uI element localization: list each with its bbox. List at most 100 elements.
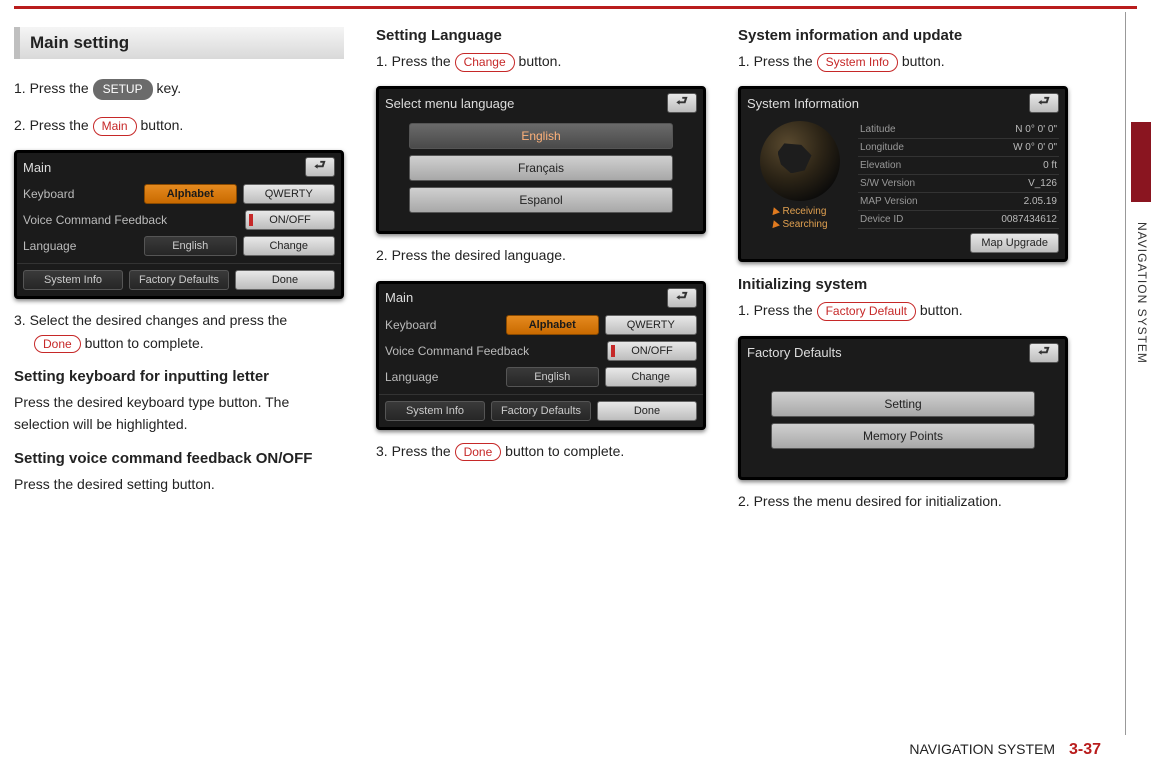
factory-option-memory-points[interactable]: Memory Points: [771, 423, 1035, 449]
lang-step-3: 3. Press the Done button to complete.: [376, 440, 706, 462]
btn-map-upgrade[interactable]: Map Upgrade: [970, 233, 1059, 253]
text: button.: [902, 53, 945, 69]
step-2: 2. Press the Main button.: [14, 114, 344, 136]
back-icon[interactable]: ⮐: [1029, 343, 1059, 363]
value: V_126: [1028, 178, 1057, 189]
lang-option-espanol[interactable]: Espanol: [409, 187, 673, 213]
shot-title: Main: [385, 290, 413, 305]
label: Longitude: [860, 142, 904, 153]
shot-bottom-bar: System Info Factory Defaults Done: [379, 394, 703, 427]
row-device-id: Device ID0087434612: [858, 211, 1059, 229]
column-system: System information and update 1. Press t…: [738, 27, 1068, 526]
value: 0 ft: [1043, 160, 1057, 171]
btn-factory-defaults[interactable]: Factory Defaults: [491, 401, 591, 421]
row-keyboard: Keyboard Alphabet QWERTY: [379, 312, 703, 338]
shot-header: Main ⮐: [379, 284, 703, 312]
value: 2.05.19: [1024, 196, 1057, 207]
value: W 0° 0' 0": [1013, 142, 1057, 153]
btn-system-info[interactable]: System Info: [23, 270, 123, 290]
label: S/W Version: [860, 178, 915, 189]
label-language: Language: [385, 370, 500, 384]
system-info-button-label: System Info: [817, 53, 898, 72]
screenshot-main-settings: Main ⮐ Keyboard Alphabet QWERTY Voice Co…: [14, 150, 344, 299]
btn-change[interactable]: Change: [605, 367, 698, 387]
gps-status: Receiving Searching: [771, 205, 827, 231]
side-tab-marker: [1131, 122, 1151, 202]
step-1: 1. Press the SETUP key.: [14, 77, 344, 100]
btn-done[interactable]: Done: [235, 270, 335, 290]
page-number: 3-37: [1069, 741, 1101, 758]
text: button to complete.: [85, 335, 204, 351]
main-button-label: Main: [93, 117, 137, 136]
globe-icon: [760, 121, 840, 201]
btn-change[interactable]: Change: [243, 236, 336, 256]
arrow-icon: [771, 219, 781, 228]
text: key.: [157, 80, 182, 96]
btn-done[interactable]: Done: [597, 401, 697, 421]
back-icon[interactable]: ⮐: [1029, 93, 1059, 113]
subhead-system-info: System information and update: [738, 27, 1068, 44]
btn-system-info[interactable]: System Info: [385, 401, 485, 421]
lang-value: English: [144, 236, 237, 256]
btn-qwerty[interactable]: QWERTY: [243, 184, 336, 204]
btn-qwerty[interactable]: QWERTY: [605, 315, 698, 335]
label-keyboard: Keyboard: [385, 318, 500, 332]
done-button-label: Done: [455, 443, 502, 462]
row-sw-version: S/W Version V_126: [858, 175, 1059, 193]
subhead-voice: Setting voice command feedback ON/OFF: [14, 450, 344, 467]
info-table: LatitudeN 0° 0' 0" Longitude W 0° 0' 0" E…: [858, 121, 1059, 253]
row-map-version: MAP Version 2.05.19: [858, 193, 1059, 211]
row-elevation: Elevation0 ft: [858, 157, 1059, 175]
shot-header: Main ⮐: [17, 153, 341, 181]
side-tab-label: NAVIGATION SYSTEM: [1135, 222, 1149, 364]
body-voice: Press the desired setting button.: [14, 473, 344, 495]
label-language: Language: [23, 239, 138, 253]
lang-step-2: 2. Press the desired language.: [376, 244, 706, 266]
lang-option-english[interactable]: English: [409, 123, 673, 149]
factory-default-button-label: Factory Default: [817, 302, 916, 321]
screenshot-factory-defaults: Factory Defaults ⮐ Setting Memory Points: [738, 336, 1068, 480]
label: MAP Version: [860, 196, 918, 207]
subhead-initializing: Initializing system: [738, 276, 1068, 293]
back-icon[interactable]: ⮐: [305, 157, 335, 177]
shot-title: Select menu language: [385, 96, 514, 111]
back-icon[interactable]: ⮐: [667, 288, 697, 308]
init-step-1: 1. Press the Factory Default button.: [738, 299, 1068, 321]
text: 3. Press the: [376, 443, 455, 459]
btn-onoff[interactable]: ON/OFF: [245, 210, 335, 230]
footer-section: NAVIGATION SYSTEM: [909, 741, 1055, 757]
text: 1. Press the: [376, 53, 455, 69]
side-tab: NAVIGATION SYSTEM: [1125, 12, 1151, 735]
btn-onoff[interactable]: ON/OFF: [607, 341, 697, 361]
text: 1. Press the: [14, 80, 93, 96]
btn-alphabet[interactable]: Alphabet: [144, 184, 237, 204]
lang-step-1: 1. Press the Change button.: [376, 50, 706, 72]
globe-column: Receiving Searching: [747, 121, 852, 253]
back-icon[interactable]: ⮐: [667, 93, 697, 113]
row-language: Language English Change: [17, 233, 341, 259]
lang-option-francais[interactable]: Français: [409, 155, 673, 181]
row-latitude: LatitudeN 0° 0' 0": [858, 121, 1059, 139]
label: Latitude: [860, 124, 896, 135]
text: 1. Press the: [738, 53, 817, 69]
label-voice: Voice Command Feedback: [23, 213, 239, 227]
text: button.: [920, 302, 963, 318]
text: 1. Press the: [738, 302, 817, 318]
btn-alphabet[interactable]: Alphabet: [506, 315, 599, 335]
step-3: 3. Select the desired changes and press …: [14, 309, 344, 354]
shot-title: Main: [23, 160, 51, 175]
row-language: Language English Change: [379, 364, 703, 390]
map-upgrade-row: Map Upgrade: [858, 233, 1059, 253]
lang-value: English: [506, 367, 599, 387]
section-title-main: Main setting: [14, 27, 344, 59]
screenshot-system-information: System Information ⮐ Receiving Searching…: [738, 86, 1068, 262]
arrow-icon: [771, 206, 781, 215]
row-keyboard: Keyboard Alphabet QWERTY: [17, 181, 341, 207]
page-footer: NAVIGATION SYSTEM 3-37: [909, 741, 1101, 759]
screenshot-select-language: Select menu language ⮐ English Français …: [376, 86, 706, 234]
shot-title: System Information: [747, 96, 859, 111]
page-content: Main setting 1. Press the SETUP key. 2. …: [0, 9, 1151, 536]
factory-option-setting[interactable]: Setting: [771, 391, 1035, 417]
text: button.: [141, 117, 184, 133]
btn-factory-defaults[interactable]: Factory Defaults: [129, 270, 229, 290]
